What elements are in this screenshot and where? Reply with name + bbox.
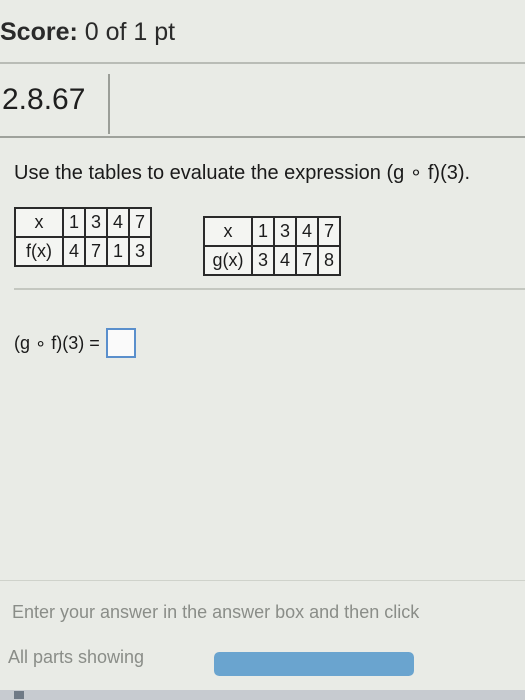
- question-prompt: Use the tables to evaluate the expressio…: [14, 162, 471, 184]
- parts-progress-fill: [214, 652, 414, 676]
- f-table-y-cell: 1: [106, 236, 130, 267]
- f-table-x-cell: 4: [106, 207, 130, 238]
- f-table-x-cell: 7: [128, 207, 152, 238]
- question-number: 2.8.67: [2, 83, 86, 116]
- g-table-x-header: x: [203, 216, 253, 247]
- f-table-x-cell: 3: [84, 207, 108, 238]
- f-table-y-cell: 4: [62, 236, 86, 267]
- g-table-y-cell: 8: [317, 245, 341, 276]
- g-table-y-header: g(x): [203, 245, 253, 276]
- f-table-x-row: x 1 3 4 7: [14, 207, 152, 238]
- footer-divider: [0, 580, 525, 581]
- header-divider: [0, 62, 525, 64]
- g-table-x-cell: 1: [251, 216, 275, 247]
- grid-icon[interactable]: [14, 691, 24, 699]
- g-table-y-cell: 7: [295, 245, 319, 276]
- answer-expression: (g ∘ f)(3) =: [14, 332, 100, 353]
- tables-divider: [14, 288, 525, 290]
- g-table-y-cell: 4: [273, 245, 297, 276]
- f-table-y-cell: 7: [84, 236, 108, 267]
- g-table-y-row: g(x) 3 4 7 8: [203, 245, 341, 276]
- answer-row: (g ∘ f)(3) =: [14, 328, 136, 358]
- parts-showing-label: All parts showing: [8, 647, 145, 667]
- bottom-toolbar: [0, 690, 525, 700]
- g-table-x-cell: 4: [295, 216, 319, 247]
- parts-progress-bar: [214, 652, 414, 676]
- answer-input[interactable]: [105, 328, 136, 358]
- f-values-table: x 1 3 4 7 f(x) 4 7 1 3: [14, 207, 152, 267]
- g-table-y-cell: 3: [251, 245, 275, 276]
- f-table-x-cell: 1: [62, 207, 86, 238]
- g-table-x-row: x 1 3 4 7: [203, 216, 341, 247]
- score-value: 0 of 1 pt: [84, 18, 176, 46]
- g-table-x-cell: 7: [317, 216, 341, 247]
- g-table-x-cell: 3: [273, 216, 297, 247]
- question-divider: [0, 136, 525, 138]
- instruction-text: Enter your answer in the answer box and …: [12, 602, 420, 622]
- f-table-y-cell: 3: [128, 236, 152, 267]
- g-values-table: x 1 3 4 7 g(x) 3 4 7 8: [203, 216, 341, 276]
- f-table-y-row: f(x) 4 7 1 3: [14, 236, 152, 267]
- f-table-x-header: x: [14, 207, 64, 238]
- score-display: Score: 0 of 1 pt: [0, 18, 175, 47]
- score-label: Score:: [0, 18, 78, 46]
- f-table-y-header: f(x): [14, 236, 64, 267]
